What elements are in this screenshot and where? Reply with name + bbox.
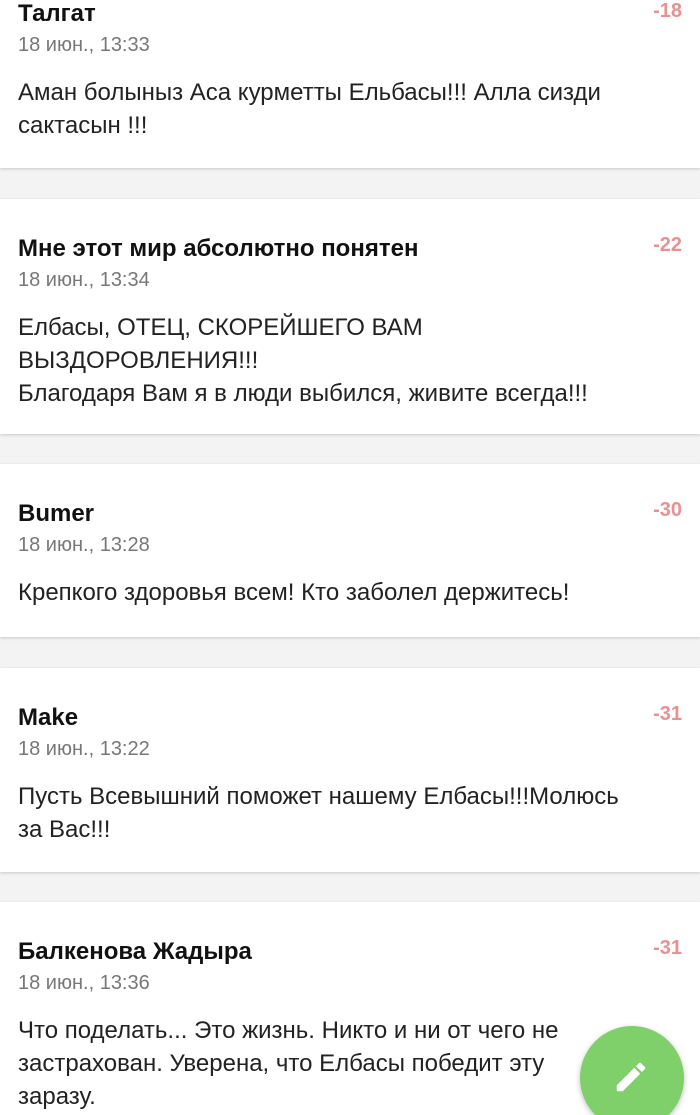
comment-card: Bumer -30 18 июн., 13:28 Крепкого здоров… bbox=[0, 464, 700, 637]
comment-card: Талгат -18 18 июн., 13:33 Аман болыныз А… bbox=[0, 0, 700, 168]
comment-score: -31 bbox=[653, 937, 682, 959]
comment-date: 18 июн., 13:33 bbox=[18, 34, 150, 56]
comment-text-line: сактасын !!! bbox=[18, 112, 148, 139]
comment-score: -22 bbox=[653, 234, 682, 256]
comment-score: -31 bbox=[653, 703, 682, 725]
comment-text-line: ВЫЗДОРОВЛЕНИЯ!!! bbox=[18, 347, 259, 374]
comment-text-line: Елбасы, ОТЕЦ, СКОРЕЙШЕГО ВАМ bbox=[18, 314, 423, 341]
comment-date: 18 июн., 13:22 bbox=[18, 738, 150, 760]
comment-text-line: Аман болыныз Аса курметты Ельбасы!!! Алл… bbox=[18, 79, 601, 106]
comment-text-line: Что поделать... Это жизнь. Никто и ни от… bbox=[18, 1017, 559, 1044]
comment-author[interactable]: Талгат bbox=[18, 0, 96, 28]
comment-text: Крепкого здоровья всем! Кто заболел держ… bbox=[18, 576, 683, 609]
comment-score: -18 bbox=[653, 0, 682, 22]
comment-card: Мне этот мир абсолютно понятен -22 18 ию… bbox=[0, 199, 700, 434]
comment-text-line: Пусть Всевышний поможет нашему Елбасы!!!… bbox=[18, 783, 619, 810]
comment-date: 18 июн., 13:36 bbox=[18, 972, 150, 994]
pencil-icon bbox=[616, 1062, 646, 1092]
comment-text-line: за Вас!!! bbox=[18, 816, 111, 843]
comment-author[interactable]: Балкенова Жадыра bbox=[18, 938, 252, 966]
comment-card: Make -31 18 июн., 13:22 Пусть Всевышний … bbox=[0, 668, 700, 872]
comment-date: 18 июн., 13:34 bbox=[18, 269, 150, 291]
comment-text: Пусть Всевышний поможет нашему Елбасы!!!… bbox=[18, 780, 683, 846]
comment-author[interactable]: Make bbox=[18, 704, 78, 732]
comment-author[interactable]: Bumer bbox=[18, 500, 94, 528]
comment-author[interactable]: Мне этот мир абсолютно понятен bbox=[18, 235, 418, 263]
comment-text-line: Благодаря Вам я в люди выбился, живите в… bbox=[18, 380, 588, 407]
comment-text: Аман болыныз Аса курметты Ельбасы!!! Алл… bbox=[18, 76, 683, 142]
comment-text-line: Крепкого здоровья всем! Кто заболел держ… bbox=[18, 579, 570, 606]
comment-score: -30 bbox=[653, 499, 682, 521]
comment-date: 18 июн., 13:28 bbox=[18, 534, 150, 556]
comment-text: Елбасы, ОТЕЦ, СКОРЕЙШЕГО ВАМ ВЫЗДОРОВЛЕН… bbox=[18, 311, 683, 410]
